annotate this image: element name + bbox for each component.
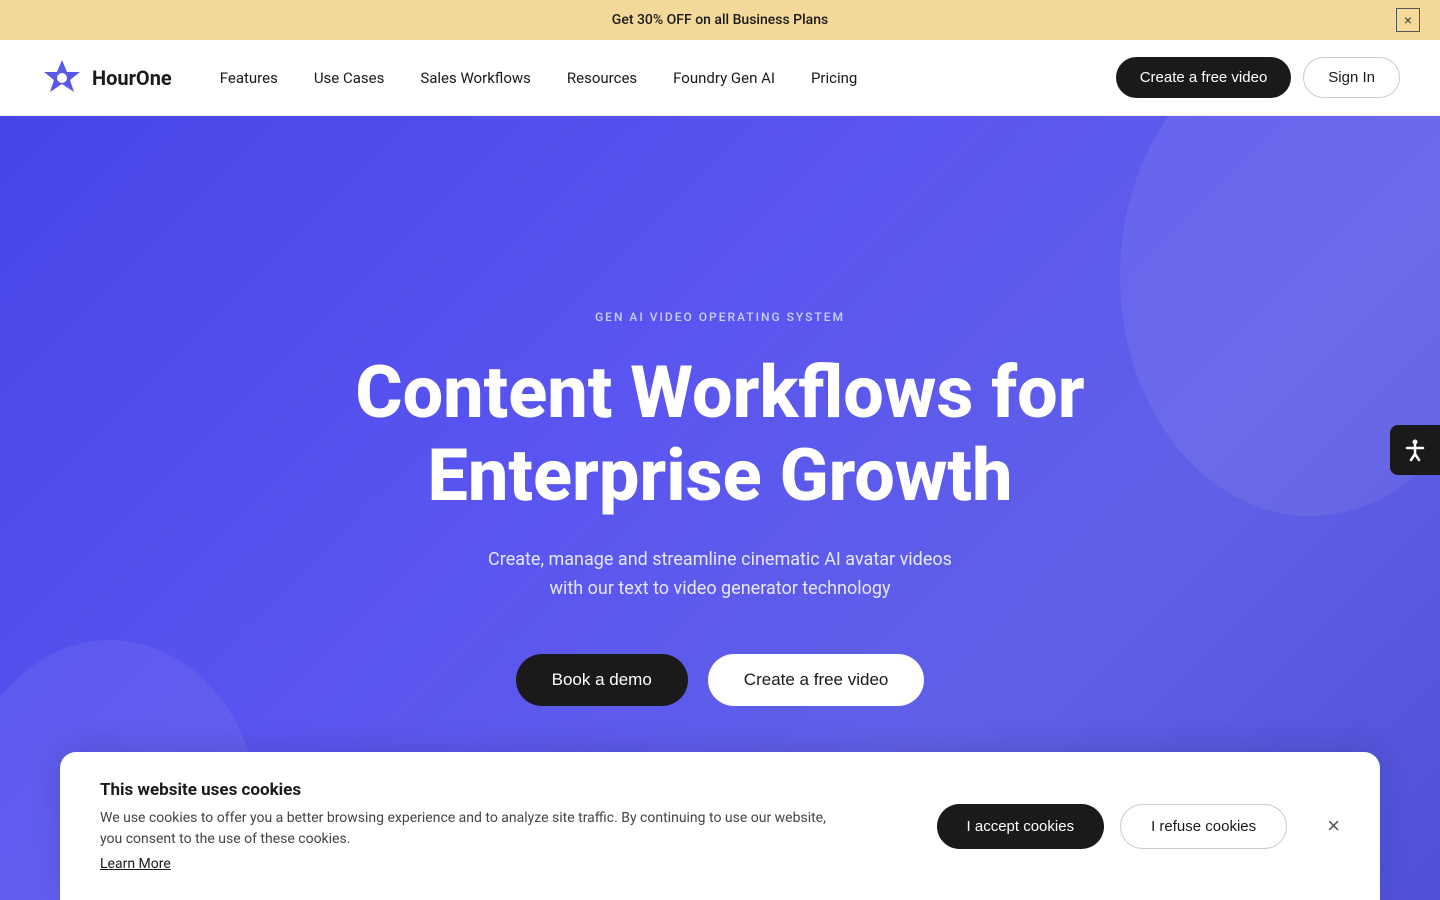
cookie-title: This website uses cookies — [100, 780, 897, 800]
logo-text: HourOne — [92, 66, 172, 90]
hero-title-line2: Enterprise Growth — [427, 433, 1012, 518]
nav-features[interactable]: Features — [220, 69, 278, 87]
create-free-video-button[interactable]: Create a free video — [708, 654, 925, 706]
cookie-content: This website uses cookies We use cookies… — [100, 780, 897, 872]
nav-foundry-gen-ai[interactable]: Foundry Gen AI — [673, 69, 775, 87]
nav-links: Features Use Cases Sales Workflows Resou… — [220, 69, 1116, 87]
announcement-bar: Get 30% OFF on all Business Plans × — [0, 0, 1440, 40]
nav-create-video-button[interactable]: Create a free video — [1116, 57, 1292, 98]
hero-title: Content Workflows for Enterprise Growth — [355, 352, 1084, 518]
accept-cookies-button[interactable]: I accept cookies — [937, 804, 1105, 849]
logo[interactable]: HourOne — [40, 56, 172, 100]
announcement-text: Get 30% OFF on all Business Plans — [612, 12, 828, 28]
cookie-close-button[interactable]: × — [1327, 815, 1340, 837]
hero-tag: GEN AI VIDEO OPERATING SYSTEM — [595, 310, 845, 324]
nav-pricing[interactable]: Pricing — [811, 69, 857, 87]
hero-subtitle-line1: Create, manage and streamline cinematic … — [488, 549, 952, 570]
hero-buttons: Book a demo Create a free video — [516, 654, 925, 706]
logo-icon — [40, 56, 84, 100]
navbar: HourOne Features Use Cases Sales Workflo… — [0, 40, 1440, 116]
cookie-actions: I accept cookies I refuse cookies — [937, 804, 1288, 849]
nav-sales-workflows[interactable]: Sales Workflows — [420, 69, 531, 87]
nav-signin-button[interactable]: Sign In — [1303, 57, 1400, 98]
hero-title-line1: Content Workflows for — [355, 350, 1084, 435]
nav-resources[interactable]: Resources — [567, 69, 637, 87]
cookie-learn-more-link[interactable]: Learn More — [100, 856, 171, 872]
nav-actions: Create a free video Sign In — [1116, 57, 1400, 98]
nav-use-cases[interactable]: Use Cases — [314, 69, 385, 87]
announcement-close-button[interactable]: × — [1396, 8, 1420, 32]
cookie-banner: This website uses cookies We use cookies… — [60, 752, 1380, 900]
refuse-cookies-button[interactable]: I refuse cookies — [1120, 804, 1287, 849]
accessibility-button[interactable] — [1390, 425, 1440, 475]
book-demo-button[interactable]: Book a demo — [516, 654, 688, 706]
hero-subtitle: Create, manage and streamline cinematic … — [488, 546, 952, 604]
accessibility-icon — [1402, 437, 1428, 463]
hero-subtitle-line2: with our text to video generator technol… — [549, 578, 890, 599]
cookie-text: We use cookies to offer you a better bro… — [100, 808, 840, 850]
